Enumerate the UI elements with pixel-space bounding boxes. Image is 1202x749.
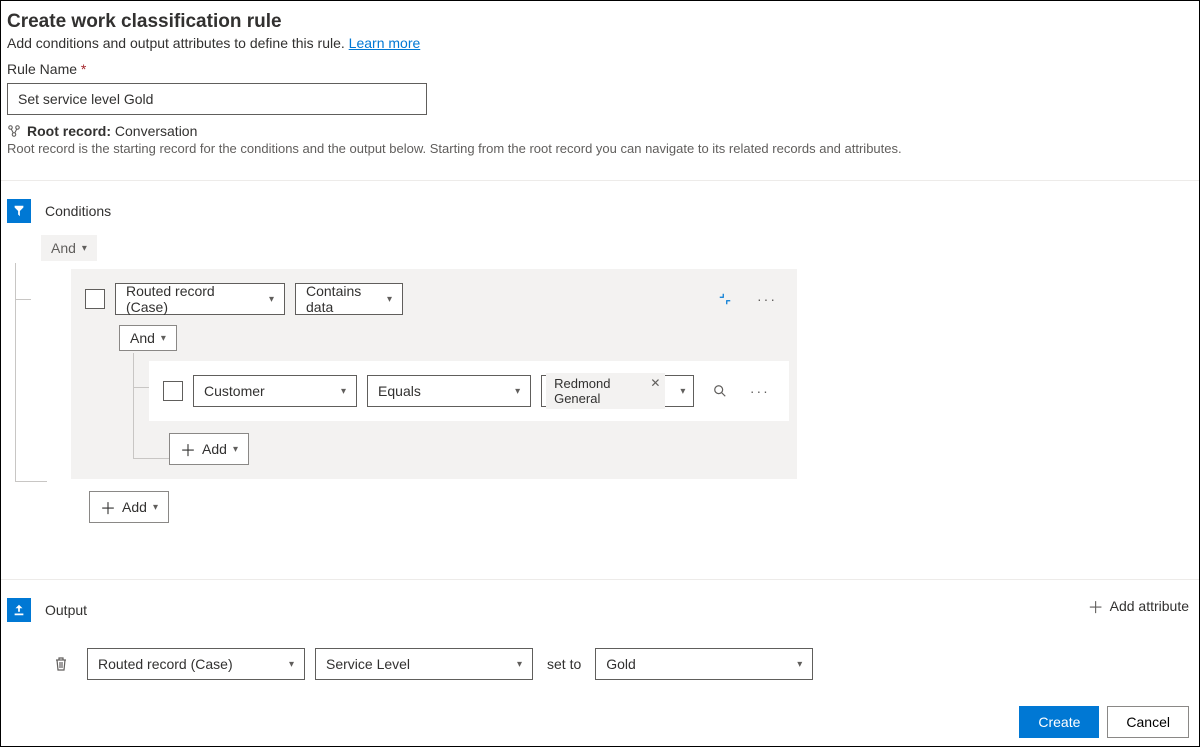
nested-operator-chip[interactable]: And ▾ bbox=[119, 325, 177, 351]
plus-icon: ＋ bbox=[1088, 594, 1104, 618]
create-button[interactable]: Create bbox=[1019, 706, 1099, 738]
plus-icon: ＋ bbox=[180, 437, 196, 461]
chevron-down-icon: ▾ bbox=[269, 294, 274, 305]
rule-name-label: Rule Name * bbox=[7, 61, 1193, 77]
collapse-icon[interactable] bbox=[709, 283, 741, 315]
outer-add-button[interactable]: ＋ Add ▾ bbox=[89, 491, 169, 523]
learn-more-link[interactable]: Learn more bbox=[349, 35, 421, 51]
condition-row1-field-dropdown[interactable]: Routed record (Case) ▾ bbox=[115, 283, 285, 315]
chevron-down-icon: ▾ bbox=[680, 386, 685, 397]
chevron-down-icon: ▾ bbox=[341, 386, 346, 397]
top-operator-chip[interactable]: And ▾ bbox=[41, 235, 97, 261]
condition-row1-operator-dropdown[interactable]: Contains data ▾ bbox=[295, 283, 403, 315]
more-icon[interactable]: ··· bbox=[745, 375, 775, 407]
chevron-down-icon: ▾ bbox=[515, 386, 520, 397]
add-attribute-button[interactable]: ＋ Add attribute bbox=[1088, 594, 1189, 618]
root-record-value: Conversation bbox=[115, 123, 198, 139]
output-value-dropdown[interactable]: Gold ▾ bbox=[595, 648, 813, 680]
page-subtitle: Add conditions and output attributes to … bbox=[7, 35, 1193, 51]
delete-icon[interactable] bbox=[53, 656, 77, 672]
condition-row1-checkbox[interactable] bbox=[85, 289, 105, 309]
root-record-label: Root record: bbox=[27, 123, 111, 139]
output-icon bbox=[7, 598, 31, 622]
condition-row2-field-dropdown[interactable]: Customer ▾ bbox=[193, 375, 357, 407]
output-title: Output bbox=[45, 602, 87, 618]
chevron-down-icon: ▾ bbox=[153, 502, 158, 513]
conditions-title: Conditions bbox=[45, 203, 111, 219]
page-title: Create work classification rule bbox=[7, 11, 1193, 33]
condition-row2-operator-dropdown[interactable]: Equals ▾ bbox=[367, 375, 531, 407]
chevron-down-icon: ▾ bbox=[517, 659, 522, 670]
chevron-down-icon: ▾ bbox=[289, 659, 294, 670]
chevron-down-icon: ▾ bbox=[82, 243, 87, 254]
search-icon[interactable] bbox=[704, 375, 734, 407]
chevron-down-icon: ▾ bbox=[161, 333, 166, 344]
remove-tag-icon[interactable]: ✕ bbox=[650, 376, 660, 390]
output-entity-dropdown[interactable]: Routed record (Case) ▾ bbox=[87, 648, 305, 680]
condition-row2-value-lookup[interactable]: Redmond General ✕ ▾ bbox=[541, 375, 694, 407]
chevron-down-icon: ▾ bbox=[233, 444, 238, 455]
nested-add-button[interactable]: ＋ Add ▾ bbox=[169, 433, 249, 465]
root-record-description: Root record is the starting record for t… bbox=[7, 141, 1193, 156]
root-record-icon bbox=[7, 124, 21, 138]
chevron-down-icon: ▾ bbox=[387, 294, 392, 305]
plus-icon: ＋ bbox=[100, 495, 116, 519]
rule-name-input[interactable] bbox=[7, 83, 427, 115]
more-icon[interactable]: ··· bbox=[751, 283, 783, 315]
conditions-icon bbox=[7, 199, 31, 223]
cancel-button[interactable]: Cancel bbox=[1107, 706, 1189, 738]
chevron-down-icon: ▾ bbox=[797, 659, 802, 670]
set-to-label: set to bbox=[543, 656, 585, 672]
output-attribute-dropdown[interactable]: Service Level ▾ bbox=[315, 648, 533, 680]
condition-row2-checkbox[interactable] bbox=[163, 381, 183, 401]
